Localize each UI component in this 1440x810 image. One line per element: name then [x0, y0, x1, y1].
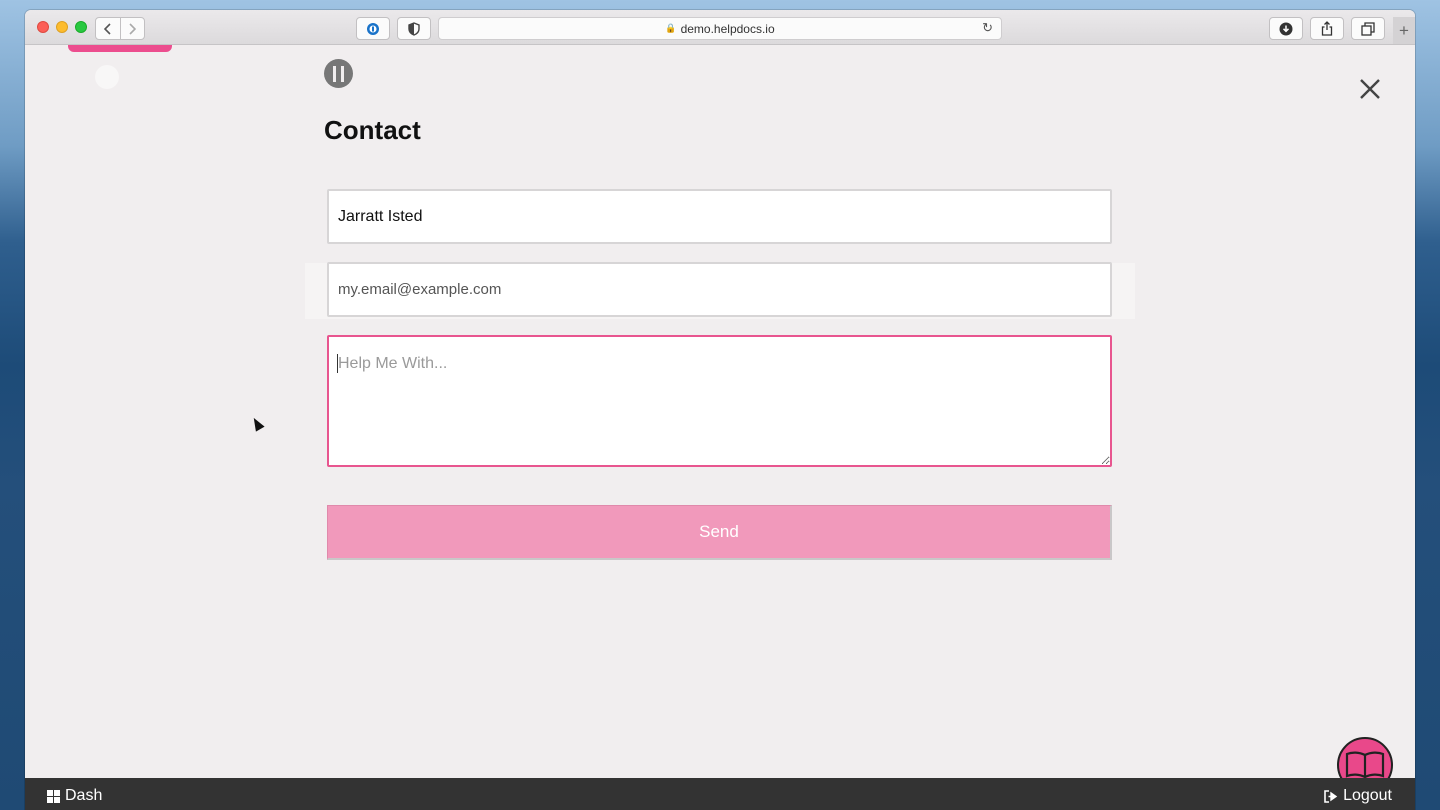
- share-button[interactable]: [1310, 17, 1344, 40]
- lock-icon: 🔒: [665, 23, 677, 33]
- dash-label: Dash: [65, 787, 103, 804]
- mouse-pointer-icon: [249, 415, 265, 432]
- close-window-button[interactable]: [37, 21, 49, 33]
- email-field[interactable]: [327, 262, 1112, 317]
- share-icon: [1321, 21, 1333, 36]
- logout-link[interactable]: Logout: [1324, 787, 1392, 805]
- privacy-extension-button[interactable]: [397, 17, 431, 40]
- chevron-left-icon: [103, 22, 111, 35]
- send-button[interactable]: Send: [327, 505, 1112, 560]
- text-caret: [337, 354, 338, 373]
- name-field[interactable]: [327, 189, 1112, 244]
- browser-window: 🔒 demo.helpdocs.io ↻ + Contact Send: [25, 10, 1415, 810]
- url-text: demo.helpdocs.io: [680, 21, 775, 36]
- dash-link[interactable]: Dash: [47, 787, 102, 805]
- new-tab-button[interactable]: +: [1393, 17, 1415, 44]
- helpdocs-logo-icon: [324, 59, 353, 88]
- grid-icon: [47, 789, 60, 803]
- logout-label: Logout: [1343, 787, 1392, 804]
- address-bar[interactable]: 🔒 demo.helpdocs.io ↻: [438, 17, 1002, 40]
- password-manager-icon: [367, 22, 379, 35]
- zoom-window-button[interactable]: [75, 21, 87, 33]
- close-icon[interactable]: [1357, 76, 1383, 102]
- password-manager-extension-button[interactable]: [356, 17, 390, 40]
- forward-button[interactable]: [119, 18, 145, 39]
- back-button[interactable]: [96, 18, 120, 39]
- tab-overview-button[interactable]: [1351, 17, 1385, 40]
- browser-toolbar: 🔒 demo.helpdocs.io ↻ +: [25, 10, 1415, 45]
- chevron-right-icon: [129, 22, 137, 35]
- message-field[interactable]: [327, 335, 1112, 467]
- page-title: Contact: [324, 115, 421, 145]
- open-book-icon: [1345, 751, 1385, 779]
- page-content: Contact Send: [25, 45, 1415, 793]
- tabs-icon: [1361, 21, 1375, 36]
- background-logo: [95, 65, 119, 89]
- accent-tab: [68, 45, 172, 52]
- logout-icon: [1324, 789, 1338, 803]
- minimize-window-button[interactable]: [56, 21, 68, 33]
- history-nav: [95, 17, 145, 40]
- download-icon: [1279, 22, 1293, 35]
- footer-bar: Dash Logout: [25, 778, 1415, 810]
- reload-icon[interactable]: ↻: [982, 20, 993, 36]
- shield-icon: [408, 21, 420, 36]
- downloads-button[interactable]: [1269, 17, 1303, 40]
